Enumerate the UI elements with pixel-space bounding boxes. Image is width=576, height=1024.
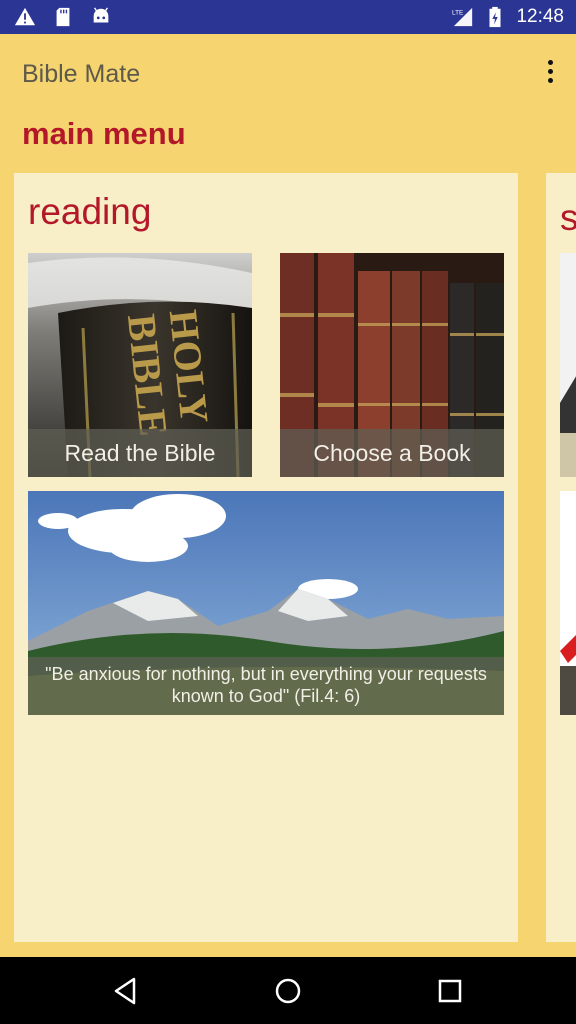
peek-tile[interactable] [560, 491, 576, 715]
read-bible-tile[interactable]: HOLY BIBLE Read the Bible [28, 253, 252, 477]
choose-book-tile[interactable]: Choose a Book [280, 253, 504, 477]
page-title: main menu [22, 116, 186, 151]
status-bar: LTE 12:48 [0, 0, 576, 34]
status-time: 12:48 [516, 6, 564, 27]
next-panel-peek[interactable]: s [546, 173, 576, 942]
app-bar: Bible Mate [0, 34, 576, 114]
verse-tile[interactable]: "Be anxious for nothing, but in everythi… [28, 491, 504, 715]
back-icon[interactable] [110, 975, 142, 1007]
reading-panel: reading HOLY BIBLE Read the Bible Choose… [14, 173, 518, 942]
status-notification-icons [14, 6, 112, 28]
lte-signal-icon: LTE [452, 7, 473, 27]
battery-icon [489, 6, 501, 28]
panel-heading: reading [28, 191, 152, 232]
recents-icon[interactable] [434, 975, 466, 1007]
svg-text:LTE: LTE [452, 9, 463, 16]
home-icon[interactable] [272, 975, 304, 1007]
more-vert-icon[interactable] [546, 60, 556, 88]
tile-caption: Read the Bible [28, 429, 252, 477]
status-system-icons: LTE 12:48 [452, 6, 564, 28]
android-icon [93, 7, 109, 23]
tile-caption: Choose a Book [280, 429, 504, 477]
peek-tile[interactable] [560, 253, 576, 477]
navigation-bar [0, 957, 576, 1024]
verse-caption: "Be anxious for nothing, but in everythi… [28, 657, 504, 715]
panel-heading: s [560, 197, 576, 238]
sd-card-icon [56, 7, 70, 27]
app-title: Bible Mate [22, 60, 141, 88]
warning-icon [14, 7, 36, 26]
